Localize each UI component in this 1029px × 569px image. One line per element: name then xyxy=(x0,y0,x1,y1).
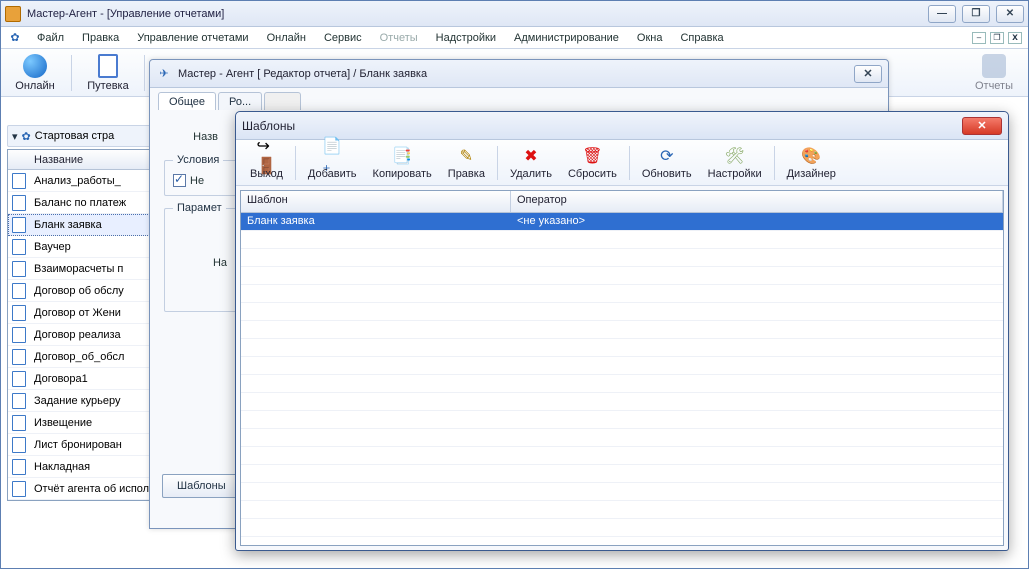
menu-bar: ✿ Файл Правка Управление отчетами Онлайн… xyxy=(1,27,1028,49)
mdi-minimize[interactable]: – xyxy=(972,32,986,44)
report-icon xyxy=(8,349,30,365)
menu-help[interactable]: Справка xyxy=(672,30,731,46)
menu-windows[interactable]: Окна xyxy=(629,30,671,46)
settings-icon: 🛠 xyxy=(725,146,745,166)
template-name-cell: Бланк заявка xyxy=(241,213,511,230)
delete-icon: ✖ xyxy=(521,146,541,166)
toolbar-separator xyxy=(71,55,72,91)
reset-button[interactable]: 🗑Сбросить xyxy=(560,142,625,184)
report-icon xyxy=(8,371,30,387)
report-icon xyxy=(8,327,30,343)
template-row[interactable]: Бланк заявка <не указано> xyxy=(241,213,1003,231)
tab-second[interactable]: Ро... xyxy=(218,92,262,110)
gear-icon[interactable]: ✿ xyxy=(7,30,23,46)
modal-close-button[interactable]: ✕ xyxy=(962,117,1002,135)
reports-icon xyxy=(982,54,1006,78)
chevron-down-icon[interactable]: ▾ xyxy=(12,130,18,143)
report-icon xyxy=(8,283,30,299)
designer-button[interactable]: 🎨Дизайнер xyxy=(779,142,844,184)
toolbar-online-button[interactable]: Онлайн xyxy=(5,51,65,95)
copy-icon: 📑 xyxy=(392,146,412,166)
title-bar: Мастер-Агент - [Управление отчетами] — ❐… xyxy=(1,1,1028,27)
delete-button[interactable]: ✖Удалить xyxy=(502,142,560,184)
minimize-button[interactable]: — xyxy=(928,5,956,23)
modal-title: Шаблоны xyxy=(242,119,295,133)
menu-reports-mgmt[interactable]: Управление отчетами xyxy=(129,30,256,46)
reset-icon: 🗑 xyxy=(582,146,602,166)
tab-third[interactable] xyxy=(264,92,301,110)
not-checkbox[interactable] xyxy=(173,174,186,187)
add-icon: 📄₊ xyxy=(322,146,342,166)
menu-edit[interactable]: Правка xyxy=(74,30,127,46)
report-icon xyxy=(8,459,30,475)
report-icon xyxy=(8,239,30,255)
col-operator[interactable]: Оператор xyxy=(511,191,1003,212)
report-icon xyxy=(8,393,30,409)
col-template[interactable]: Шаблон xyxy=(241,191,511,212)
designer-icon: 🎨 xyxy=(801,146,821,166)
window-title: Мастер-Агент - [Управление отчетами] xyxy=(27,8,224,20)
exit-button[interactable]: ↪🚪Выход xyxy=(242,142,291,184)
edit-button[interactable]: ✎Правка xyxy=(440,142,493,184)
document-icon xyxy=(98,54,118,78)
modal-toolbar: ↪🚪Выход 📄₊Добавить 📑Копировать ✎Правка ✖… xyxy=(236,140,1008,186)
menu-reports[interactable]: Отчеты xyxy=(372,30,426,46)
editor-close-button[interactable]: ✕ xyxy=(854,65,882,83)
app-window: Мастер-Агент - [Управление отчетами] — ❐… xyxy=(0,0,1029,569)
templates-grid-header: Шаблон Оператор xyxy=(241,191,1003,213)
refresh-button[interactable]: ⟳Обновить xyxy=(634,142,700,184)
report-icon xyxy=(8,415,30,431)
report-icon xyxy=(8,481,30,497)
add-button[interactable]: 📄₊Добавить xyxy=(300,142,365,184)
editor-title-bar: ✈ Мастер - Агент [ Редактор отчета] / Бл… xyxy=(150,60,888,88)
close-button[interactable]: ✕ xyxy=(996,5,1024,23)
app-icon xyxy=(5,6,21,22)
maximize-button[interactable]: ❐ xyxy=(962,5,990,23)
params-legend: Парамет xyxy=(173,202,226,214)
report-icon xyxy=(8,173,30,189)
edit-icon: ✎ xyxy=(456,146,476,166)
gear-icon[interactable]: ✿ xyxy=(22,130,31,143)
copy-button[interactable]: 📑Копировать xyxy=(365,142,440,184)
checkbox-label: Не xyxy=(190,175,204,187)
report-icon xyxy=(8,437,30,453)
na-label: На xyxy=(173,257,233,269)
toolbar-voucher-button[interactable]: Путевка xyxy=(78,51,138,95)
menu-service[interactable]: Сервис xyxy=(316,30,370,46)
exit-icon: ↪🚪 xyxy=(256,146,276,166)
modal-title-bar[interactable]: Шаблоны ✕ xyxy=(236,112,1008,140)
report-icon xyxy=(8,195,30,211)
templates-button[interactable]: Шаблоны xyxy=(162,474,241,498)
report-icon xyxy=(8,305,30,321)
toolbar-separator xyxy=(144,55,145,91)
menu-file[interactable]: Файл xyxy=(29,30,72,46)
globe-icon xyxy=(23,54,47,78)
editor-title: Мастер - Агент [ Редактор отчета] / Блан… xyxy=(178,68,427,80)
refresh-icon: ⟳ xyxy=(657,146,677,166)
editor-tabs: Общее Ро... xyxy=(150,88,888,110)
conditions-legend: Условия xyxy=(173,154,223,166)
menu-online[interactable]: Онлайн xyxy=(259,30,314,46)
editor-icon: ✈ xyxy=(156,66,172,82)
operator-cell: <не указано> xyxy=(511,213,1003,230)
tab-general[interactable]: Общее xyxy=(158,92,216,110)
templates-modal: Шаблоны ✕ ↪🚪Выход 📄₊Добавить 📑Копировать… xyxy=(235,111,1009,551)
menu-addons[interactable]: Надстройки xyxy=(428,30,504,46)
mdi-restore[interactable]: ❐ xyxy=(990,32,1004,44)
start-page-label[interactable]: Стартовая стра xyxy=(35,130,115,142)
toolbar-reports-button[interactable]: Отчеты xyxy=(964,51,1024,95)
settings-button[interactable]: 🛠Настройки xyxy=(700,142,770,184)
report-icon xyxy=(8,261,30,277)
report-icon xyxy=(8,217,30,233)
menu-admin[interactable]: Администрирование xyxy=(506,30,627,46)
name-label: Назв xyxy=(164,131,224,143)
templates-grid: Шаблон Оператор Бланк заявка <не указано… xyxy=(240,190,1004,546)
mdi-close[interactable]: x xyxy=(1008,32,1022,44)
